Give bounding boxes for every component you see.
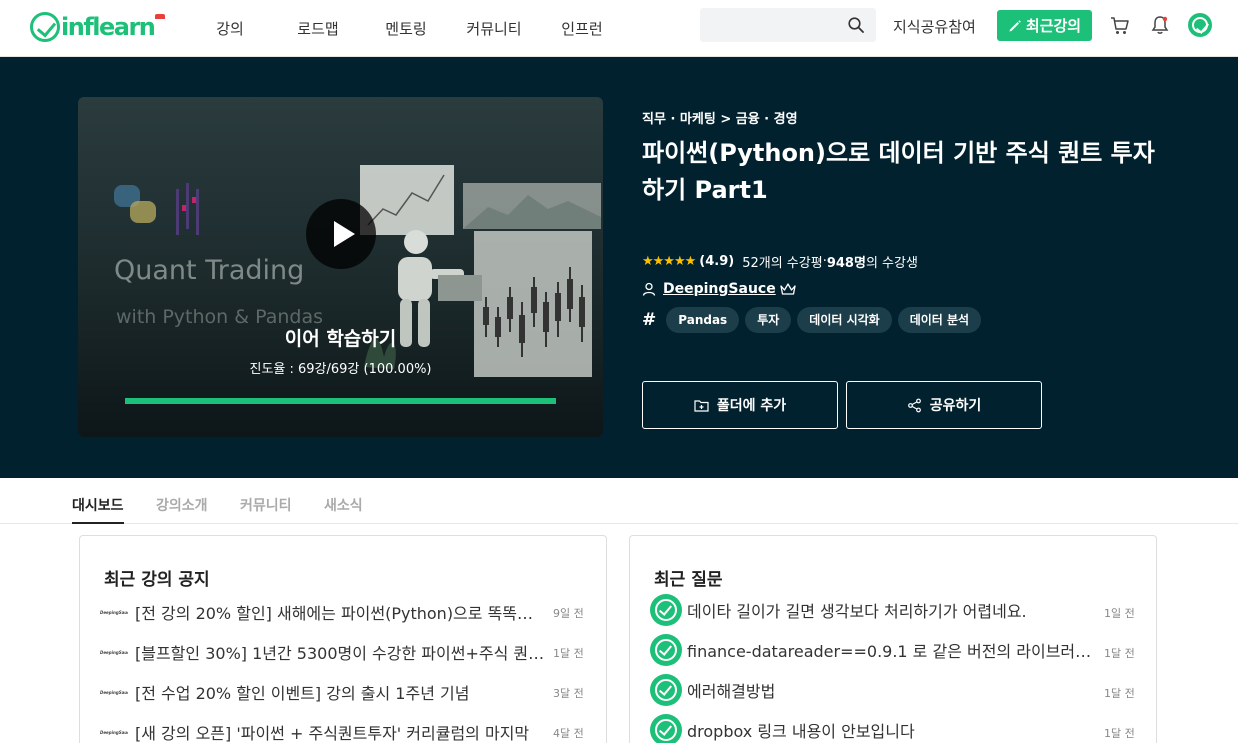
top-header: inflearn 강의 로드맵 멘토링 커뮤니티 인프런 지식공유참여 최근강의 xyxy=(0,0,1238,57)
list-item[interactable]: finance-datareader==0.9.1 로 같은 버전의 라이브러리… xyxy=(650,634,1102,666)
nav-item-roadmap[interactable]: 로드맵 xyxy=(274,18,362,39)
course-hero: Quant Trading with Python & Pandas 이어 학습… xyxy=(0,57,1238,478)
play-button[interactable] xyxy=(306,199,376,269)
tab-course-intro[interactable]: 강의소개 xyxy=(156,495,208,524)
question-time: 1달 전 xyxy=(1104,647,1135,660)
avatar-check-icon xyxy=(655,639,677,661)
instructor-row: DeepingSauce xyxy=(642,281,796,297)
notice-time: 3달 전 xyxy=(553,687,584,700)
svg-text:Quant Trading: Quant Trading xyxy=(114,255,304,286)
question-avatar xyxy=(650,714,682,743)
instructor-name-link[interactable]: DeepingSauce xyxy=(663,281,776,297)
tab-news[interactable]: 새소식 xyxy=(324,495,363,524)
avatar-check-icon xyxy=(655,599,677,621)
progress-bar xyxy=(125,398,556,404)
course-tabs: 대시보드 강의소개 커뮤니티 새소식 xyxy=(0,478,1238,524)
question-avatar xyxy=(650,634,682,666)
notice-text: [전 강의 20% 할인] 새해에는 파이썬(Python)으로 똑똑한 주식투… xyxy=(135,604,545,623)
cart-icon[interactable] xyxy=(1110,16,1130,36)
question-avatar xyxy=(650,594,682,626)
list-item[interactable]: dropbox 링크 내용이 안보입니다 xyxy=(650,714,1102,743)
instructor-logo: DeepingSauce xyxy=(100,609,128,615)
rating-row: ★★★★★ (4.9) 52개의 수강평 · 948명 의 수강생 xyxy=(642,252,918,271)
rating-score: (4.9) xyxy=(699,254,735,269)
add-to-folder-label: 폴더에 추가 xyxy=(716,398,787,414)
avatar-check-icon xyxy=(655,679,677,701)
logo-hat-icon xyxy=(155,14,166,26)
instructor-logo: DeepingSauce xyxy=(100,729,128,735)
nav-item-community[interactable]: 커뮤니티 xyxy=(450,18,538,39)
recent-notices-title: 최근 강의 공지 xyxy=(104,570,210,590)
list-item[interactable]: 데이타 길이가 길면 생각보다 처리하기가 어렵네요. xyxy=(650,594,1102,626)
review-count[interactable]: 52개의 수강평 xyxy=(742,252,822,271)
tab-dashboard[interactable]: 대시보드 xyxy=(72,495,124,524)
folder-plus-icon xyxy=(694,399,709,412)
add-to-folder-button[interactable]: 폴더에 추가 xyxy=(642,381,838,429)
recent-questions-card: 최근 질문 데이타 길이가 길면 생각보다 처리하기가 어렵네요. 1일 전 f… xyxy=(629,535,1157,743)
nav-item-mentoring[interactable]: 멘토링 xyxy=(362,18,450,39)
share-label: 공유하기 xyxy=(929,398,982,414)
nav-item-courses[interactable]: 강의 xyxy=(186,18,274,39)
tag-data-visualization[interactable]: 데이터 시각화 xyxy=(797,307,892,333)
question-avatar xyxy=(650,674,682,706)
crown-icon xyxy=(780,283,796,295)
search-input[interactable] xyxy=(700,8,840,42)
share-button[interactable]: 공유하기 xyxy=(846,381,1042,429)
question-text: 에러해결방법 xyxy=(687,682,776,701)
breadcrumb[interactable]: 직무 · 마케팅 > 금융 · 경영 xyxy=(642,108,798,127)
list-item[interactable]: 에러해결방법 xyxy=(650,674,1102,706)
question-text: finance-datareader==0.9.1 로 같은 버전의 라이브러리… xyxy=(687,642,1102,661)
user-avatar[interactable] xyxy=(1188,13,1212,37)
main-nav: 강의 로드맵 멘토링 커뮤니티 인프런 xyxy=(186,0,626,57)
progress-text: 진도율 : 69강/69강 (100.00%) xyxy=(249,362,432,377)
tag-investment[interactable]: 투자 xyxy=(745,307,792,333)
student-count: 948명 xyxy=(826,256,866,271)
person-icon xyxy=(642,282,656,296)
course-title: 파이썬(Python)으로 데이터 기반 주식 퀀트 투자하기 Part1 xyxy=(642,139,1155,204)
recent-notices-card: 최근 강의 공지 DeepingSauce [전 강의 20% 할인] 새해에는… xyxy=(79,535,607,743)
inflearn-logo[interactable]: inflearn xyxy=(30,10,166,44)
notice-time: 9일 전 xyxy=(553,607,584,620)
notice-text: [전 수업 20% 할인 이벤트] 강의 출시 1주년 기념 xyxy=(135,684,470,703)
logo-check-icon xyxy=(30,12,60,42)
bell-icon[interactable] xyxy=(1151,15,1169,35)
instructor-logo: DeepingSauce xyxy=(100,689,128,695)
notice-time: 1달 전 xyxy=(553,647,584,660)
instructor-logo: DeepingSauce xyxy=(100,649,128,655)
question-time: 1달 전 xyxy=(1104,687,1135,700)
tags-row: # Pandas 투자 데이터 시각화 데이터 분석 xyxy=(642,307,987,333)
share-icon xyxy=(907,398,921,412)
progress-bar-fill xyxy=(125,398,556,404)
avatar-check-icon xyxy=(1192,17,1208,33)
question-text: 데이타 길이가 길면 생각보다 처리하기가 어렵네요. xyxy=(687,602,1027,621)
list-item[interactable]: DeepingSauce [블프할인 30%] 1년간 5300명이 수강한 파… xyxy=(100,637,545,667)
tag-data-analysis[interactable]: 데이터 분석 xyxy=(897,307,982,333)
course-thumbnail[interactable]: Quant Trading with Python & Pandas 이어 학습… xyxy=(78,97,603,437)
notice-time: 4달 전 xyxy=(553,727,584,740)
recent-courses-label: 최근강의 xyxy=(1025,17,1082,35)
question-text: dropbox 링크 내용이 안보입니다 xyxy=(687,722,915,741)
list-item[interactable]: DeepingSauce [전 수업 20% 할인 이벤트] 강의 출시 1주년… xyxy=(100,677,545,707)
share-knowledge-link[interactable]: 지식공유참여 xyxy=(893,16,976,37)
continue-learning-label[interactable]: 이어 학습하기 xyxy=(78,324,603,351)
list-item[interactable]: DeepingSauce [새 강의 오픈] '파이썬 + 주식퀀트투자' 커리… xyxy=(100,717,545,743)
search-icon[interactable] xyxy=(848,17,864,33)
nav-item-inflearn[interactable]: 인프런 xyxy=(538,18,626,39)
list-item[interactable]: DeepingSauce [전 강의 20% 할인] 새해에는 파이썬(Pyth… xyxy=(100,597,545,627)
tag-pandas[interactable]: Pandas xyxy=(666,307,740,333)
avatar-check-icon xyxy=(655,719,677,741)
tab-community[interactable]: 커뮤니티 xyxy=(240,495,292,524)
rating-stars: ★★★★★ xyxy=(642,254,696,269)
search-box xyxy=(700,8,876,42)
question-time: 1달 전 xyxy=(1104,727,1135,740)
notice-text: [새 강의 오픈] '파이썬 + 주식퀀트투자' 커리큘럼의 마지막 xyxy=(135,724,530,743)
question-time: 1일 전 xyxy=(1104,607,1135,620)
student-count-suffix: 의 수강생 xyxy=(865,256,918,271)
recent-courses-button[interactable]: 최근강의 xyxy=(997,10,1092,41)
notice-text: [블프할인 30%] 1년간 5300명이 수강한 파이썬+주식 퀀트투자 xyxy=(135,644,545,663)
pencil-icon xyxy=(1009,19,1021,31)
recent-questions-title: 최근 질문 xyxy=(654,570,723,590)
hashtag-icon: # xyxy=(642,310,657,330)
logo-text: inflearn xyxy=(61,13,156,41)
